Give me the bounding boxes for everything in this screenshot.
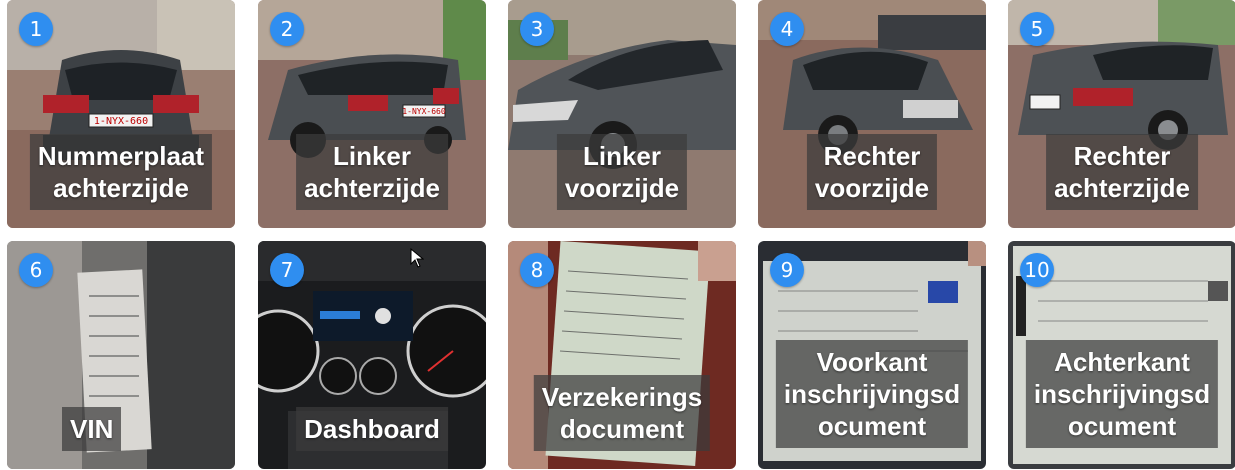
tile-number-badge: 7: [270, 253, 304, 287]
tile-number-badge: 4: [770, 12, 804, 46]
tile-label-line: achterzijde: [1054, 173, 1190, 203]
tile-number-badge: 5: [1020, 12, 1054, 46]
tile-label-line: Linker: [332, 141, 412, 171]
tile-number-badge: 6: [19, 253, 53, 287]
tile-label: Linker voorzijde: [556, 134, 688, 210]
tile-label-line: inschrijvingsd: [783, 379, 961, 409]
tile-label: Dashboard: [296, 407, 448, 451]
tile-label: Linker achterzijde: [296, 134, 448, 210]
tile-label-line: Voorkant: [816, 347, 928, 377]
tile-label: Rechter voorzijde: [806, 134, 938, 210]
photo-tile-rear-right[interactable]: 5 Rechter achterzijde: [1008, 0, 1235, 228]
photo-grid: 1-NYX-660 1 Nummerplaat achterzijde 1-NY…: [0, 0, 1235, 470]
tile-label-line: Nummerplaat: [37, 141, 205, 171]
tile-label-line: Rechter: [1073, 141, 1171, 171]
tile-label-line: inschrijvingsd: [1033, 379, 1211, 409]
photo-tile-rear-plate[interactable]: 1-NYX-660 1 Nummerplaat achterzijde: [7, 0, 235, 228]
tile-label-line: voorzijde: [564, 173, 680, 203]
tile-label: Rechter achterzijde: [1046, 134, 1198, 210]
tile-label-line: Linker: [582, 141, 662, 171]
tile-label-line: Achterkant: [1054, 347, 1190, 377]
tile-label-line: Rechter: [823, 141, 921, 171]
photo-tile-registration-back[interactable]: 10 Achterkant inschrijvingsd ocument: [1008, 241, 1235, 469]
tile-number-badge: 9: [770, 253, 804, 287]
photo-tile-front-left[interactable]: 3 Linker voorzijde: [508, 0, 736, 228]
mouse-pointer-icon: [410, 248, 424, 268]
tile-label-line: achterzijde: [304, 173, 440, 203]
tile-label: Voorkant inschrijvingsd ocument: [775, 340, 969, 448]
tile-label-line: Dashboard: [304, 414, 440, 444]
photo-tile-vin[interactable]: 6 VIN: [7, 241, 235, 469]
photo-tile-front-right[interactable]: 4 Rechter voorzijde: [758, 0, 986, 228]
tile-number-badge: 1: [19, 12, 53, 46]
plate-text: 1-NYX-660: [94, 116, 148, 127]
tile-number-badge: 8: [520, 253, 554, 287]
photo-tile-registration-front[interactable]: 9 Voorkant inschrijvingsd ocument: [758, 241, 986, 469]
tile-label-line: ocument: [817, 411, 927, 441]
tile-label-line: document: [559, 414, 685, 444]
tile-label-line: voorzijde: [814, 173, 930, 203]
tile-number-badge: 2: [270, 12, 304, 46]
tile-label-line: ocument: [1067, 411, 1177, 441]
tile-number-badge: 10: [1020, 253, 1054, 287]
tile-label: Nummerplaat achterzijde: [29, 134, 213, 210]
tile-label-line: Verzekerings: [541, 382, 703, 412]
tile-label: Achterkant inschrijvingsd ocument: [1025, 340, 1219, 448]
tile-label: VIN: [62, 407, 122, 451]
photo-tile-insurance[interactable]: 8 Verzekerings document: [508, 241, 736, 469]
tile-label-line: achterzijde: [53, 173, 189, 203]
tile-label: Verzekerings document: [533, 375, 711, 451]
photo-tile-dashboard[interactable]: 7 Dashboard: [258, 241, 486, 469]
tile-label-line: VIN: [70, 414, 114, 444]
tile-number-badge: 3: [520, 12, 554, 46]
plate-text: 1-NYX-660: [402, 107, 446, 116]
photo-tile-rear-left[interactable]: 1-NYX-660 2 Linker achterzijde: [258, 0, 486, 228]
